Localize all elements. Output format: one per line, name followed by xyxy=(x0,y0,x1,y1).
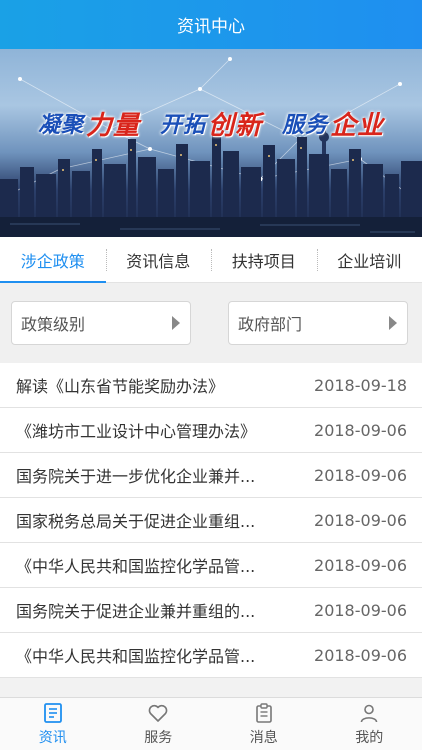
slogan-part: 凝聚 xyxy=(37,113,84,138)
slogan-part: 服务 xyxy=(282,113,329,138)
list-item[interactable]: 解读《山东省节能奖励办法》 2018-09-18 xyxy=(0,363,422,408)
article-title: 《潍坊市工业设计中心管理办法》 xyxy=(16,422,257,441)
article-date: 2018-09-18 xyxy=(314,375,407,395)
article-date: 2018-09-06 xyxy=(314,600,407,620)
tab-news[interactable]: 资讯信息 xyxy=(105,237,212,282)
caret-right-icon xyxy=(172,316,180,330)
clipboard-icon xyxy=(255,702,272,723)
list-item[interactable]: 《潍坊市工业设计中心管理办法》 2018-09-06 xyxy=(0,408,422,453)
app-header: 资讯中心 xyxy=(0,0,422,49)
tabbar-item-news[interactable]: 资讯 xyxy=(0,698,106,750)
article-title: 国务院关于进一步优化企业兼并... xyxy=(16,467,256,486)
category-tabs: 涉企政策 资讯信息 扶持项目 企业培训 xyxy=(0,237,422,283)
article-title: 国家税务总局关于促进企业重组... xyxy=(16,512,256,531)
article-date: 2018-09-06 xyxy=(314,555,407,575)
banner-slogan: 凝聚 力量 开拓 创新 服务 企业 xyxy=(0,103,422,143)
article-title: 《中华人民共和国监控化学品管... xyxy=(16,557,256,576)
tab-support-projects[interactable]: 扶持项目 xyxy=(211,237,317,282)
list-item[interactable]: 《中华人民共和国监控化学品管... 2018-09-06 xyxy=(0,543,422,588)
article-date: 2018-09-06 xyxy=(314,510,407,530)
list-item[interactable]: 国务院关于进一步优化企业兼并... 2018-09-06 xyxy=(0,453,422,498)
tabbar-label: 资讯 xyxy=(38,729,67,746)
list-item[interactable]: 国务院关于促进企业兼并重组的... 2018-09-06 xyxy=(0,588,422,633)
article-title: 《中华人民共和国监控化学品管... xyxy=(16,647,256,666)
tabbar-item-profile[interactable]: 我的 xyxy=(317,698,422,750)
policy-level-label: 政策级别 xyxy=(21,315,86,334)
page-title: 资讯中心 xyxy=(177,17,245,37)
filter-bar: 政策级别 政府部门 xyxy=(0,283,422,363)
city-skyline-graphic xyxy=(0,57,422,237)
tabbar-item-service[interactable]: 服务 xyxy=(106,698,212,750)
article-title: 解读《山东省节能奖励办法》 xyxy=(16,377,225,396)
heart-icon xyxy=(148,704,168,722)
person-icon xyxy=(360,704,378,722)
slogan-part: 创新 xyxy=(208,110,263,141)
article-date: 2018-09-06 xyxy=(314,465,407,485)
article-date: 2018-09-06 xyxy=(314,420,407,440)
tab-policy[interactable]: 涉企政策 xyxy=(0,237,106,283)
tab-training[interactable]: 企业培训 xyxy=(316,237,422,282)
bottom-tab-bar: 资讯 服务 消息 我的 xyxy=(0,697,422,750)
slogan-part: 力量 xyxy=(85,110,140,141)
tabbar-label: 服务 xyxy=(144,729,173,746)
department-select[interactable]: 政府部门 xyxy=(228,301,408,345)
caret-right-icon xyxy=(389,316,397,330)
tabbar-label: 消息 xyxy=(249,729,278,746)
list-item[interactable]: 《中华人民共和国监控化学品管... 2018-09-06 xyxy=(0,633,422,678)
banner-image[interactable]: 凝聚 力量 开拓 创新 服务 企业 xyxy=(0,49,422,237)
article-date: 2018-09-06 xyxy=(314,645,407,665)
slogan-part: 企业 xyxy=(330,110,385,141)
policy-level-select[interactable]: 政策级别 xyxy=(11,301,191,345)
article-title: 国务院关于促进企业兼并重组的... xyxy=(16,602,256,621)
tabbar-item-messages[interactable]: 消息 xyxy=(211,698,317,750)
article-list: 解读《山东省节能奖励办法》 2018-09-18 《潍坊市工业设计中心管理办法》… xyxy=(0,363,422,678)
list-item[interactable]: 国家税务总局关于促进企业重组... 2018-09-06 xyxy=(0,498,422,543)
news-icon xyxy=(43,702,62,723)
tabbar-label: 我的 xyxy=(355,729,384,746)
slogan-part: 开拓 xyxy=(159,113,206,138)
department-label: 政府部门 xyxy=(238,315,303,334)
